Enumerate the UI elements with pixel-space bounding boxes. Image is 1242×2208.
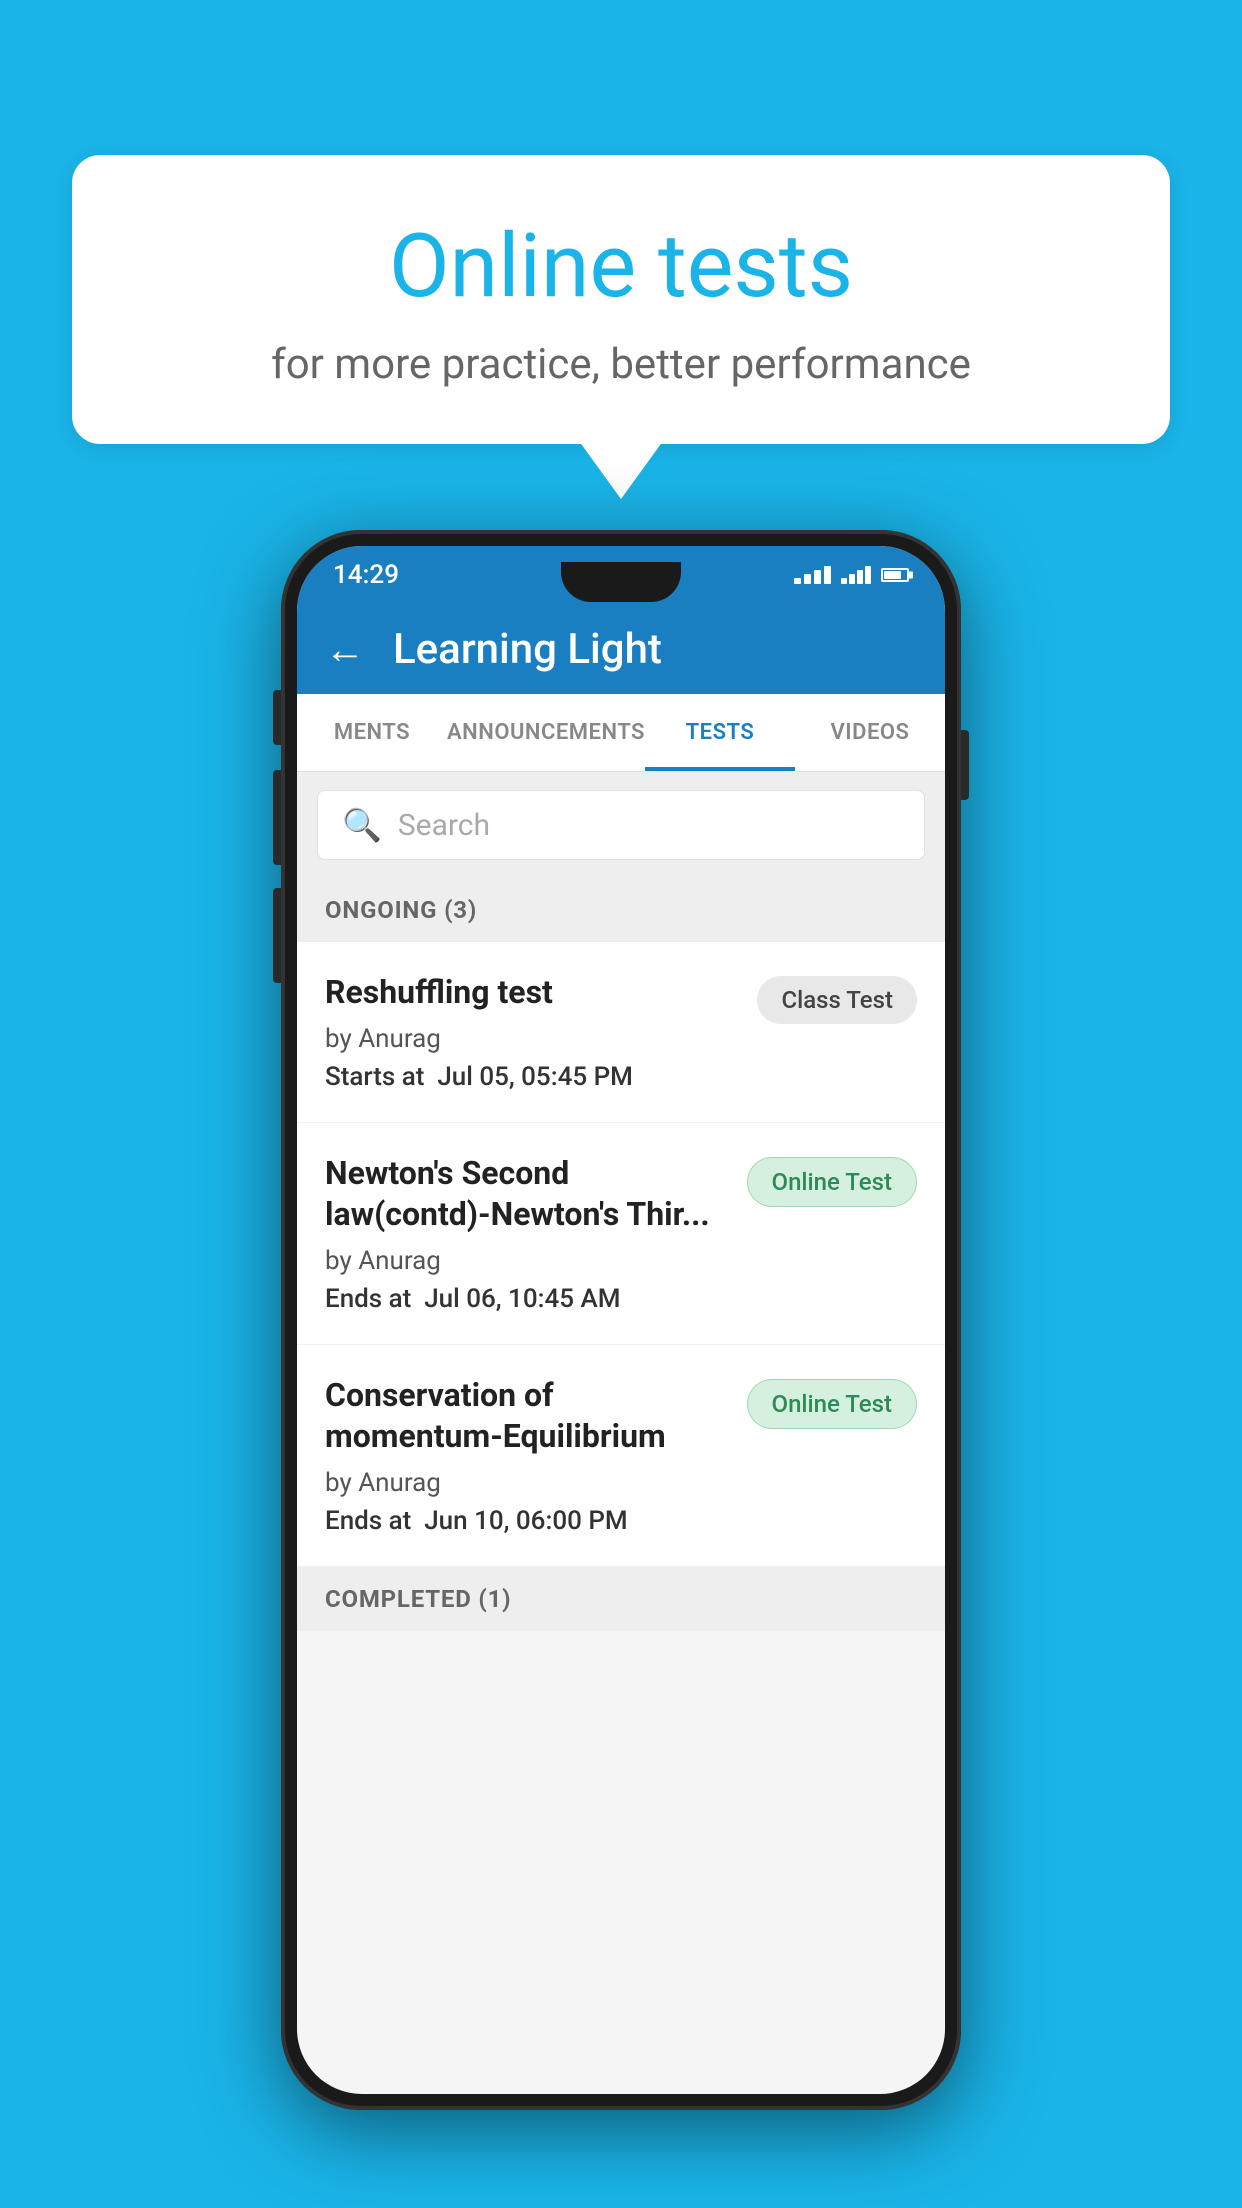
tab-videos[interactable]: VIDEOS (795, 694, 945, 771)
back-button[interactable]: ← (325, 626, 365, 673)
test-name: Reshuffling test (325, 972, 737, 1014)
test-name: Newton's Second law(contd)-Newton's Thir… (325, 1153, 727, 1236)
test-item[interactable]: Reshuffling test by Anurag Starts at Jul… (297, 942, 945, 1123)
test-author: by Anurag (325, 1246, 727, 1276)
test-badge-class: Class Test (757, 976, 917, 1024)
search-box[interactable]: 🔍 Search (317, 790, 925, 860)
test-name: Conservation of momentum-Equilibrium (325, 1375, 727, 1458)
silent-button (273, 888, 281, 983)
status-icons (794, 566, 909, 584)
test-author: by Anurag (325, 1024, 737, 1054)
test-info: Reshuffling test by Anurag Starts at Jul… (325, 972, 757, 1092)
test-time: Starts at Jul 05, 05:45 PM (325, 1062, 737, 1092)
tabs-bar: MENTS ANNOUNCEMENTS TESTS VIDEOS (297, 694, 945, 772)
volume-up-button (273, 690, 281, 745)
search-icon: 🔍 (342, 806, 382, 844)
test-info: Newton's Second law(contd)-Newton's Thir… (325, 1153, 747, 1314)
volume-down-button (273, 770, 281, 865)
tab-ments[interactable]: MENTS (297, 694, 447, 771)
phone-notch (561, 562, 681, 602)
app-bar-title: Learning Light (393, 625, 662, 674)
test-info: Conservation of momentum-Equilibrium by … (325, 1375, 747, 1536)
completed-section-header: COMPLETED (1) (297, 1567, 945, 1631)
tab-tests[interactable]: TESTS (645, 694, 795, 771)
search-container: 🔍 Search (297, 772, 945, 878)
bubble-subtitle: for more practice, better performance (122, 340, 1120, 389)
test-author: by Anurag (325, 1468, 727, 1498)
search-placeholder: Search (398, 808, 490, 843)
test-time: Ends at Jul 06, 10:45 AM (325, 1284, 727, 1314)
status-time: 14:29 (333, 560, 399, 590)
ongoing-section-header: ONGOING (3) (297, 878, 945, 942)
speech-bubble: Online tests for more practice, better p… (72, 155, 1170, 444)
test-badge-online: Online Test (747, 1379, 917, 1429)
test-item[interactable]: Newton's Second law(contd)-Newton's Thir… (297, 1123, 945, 1345)
phone-frame: 14:29 (281, 530, 961, 2110)
tests-list: Reshuffling test by Anurag Starts at Jul… (297, 942, 945, 1567)
bubble-title: Online tests (122, 215, 1120, 318)
test-time: Ends at Jun 10, 06:00 PM (325, 1506, 727, 1536)
test-item[interactable]: Conservation of momentum-Equilibrium by … (297, 1345, 945, 1567)
phone-screen: 14:29 (297, 546, 945, 2094)
test-badge-online: Online Test (747, 1157, 917, 1207)
tab-announcements[interactable]: ANNOUNCEMENTS (447, 694, 645, 771)
power-button (961, 730, 969, 800)
app-bar: ← Learning Light (297, 604, 945, 694)
wifi-icon (794, 566, 831, 584)
signal-icon (841, 566, 871, 584)
phone-mockup: 14:29 (281, 530, 961, 2110)
battery-icon (881, 568, 909, 582)
